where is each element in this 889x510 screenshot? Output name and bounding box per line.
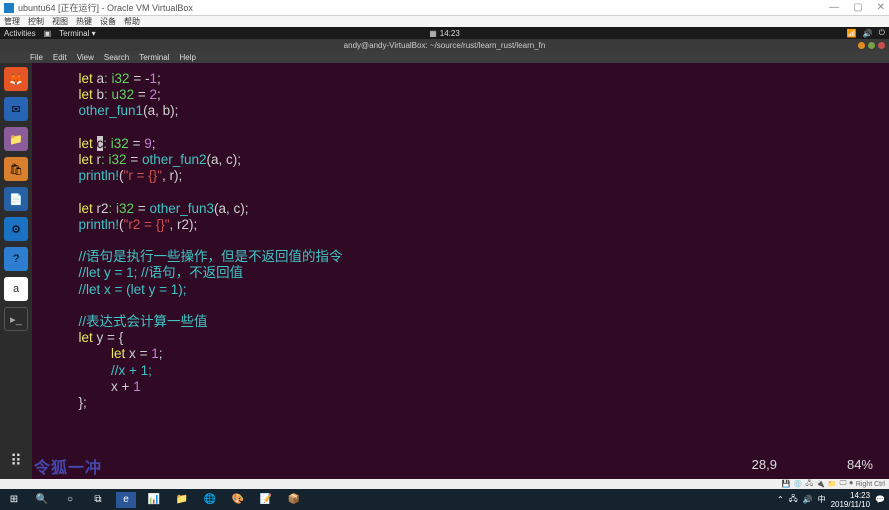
optical-icon[interactable]: 💿 — [794, 480, 803, 488]
vbox-statusbar: 💾 💿 🖧 🔌 📁 🖵 ⏺ Right Ctrl — [0, 479, 889, 489]
terminal-title: andy@andy-VirtualBox: ~/source/rust/lear… — [344, 41, 546, 50]
close-dot[interactable] — [878, 42, 885, 49]
menu-item[interactable]: 管理 — [4, 16, 20, 27]
settings-icon[interactable]: ⚙ — [4, 217, 28, 241]
firefox-icon[interactable]: 🦊 — [4, 67, 28, 91]
menu-edit[interactable]: Edit — [53, 53, 67, 62]
amazon-icon[interactable]: a — [4, 277, 28, 301]
ubuntu-dock: 🦊 ✉ 📁 🛍 📄 ⚙ ? a ▸_ ⠿ — [0, 63, 32, 479]
window-title: ubuntu64 [正在运行] - Oracle VM VirtualBox — [18, 1, 829, 14]
vbox-icon — [4, 3, 14, 13]
menu-view[interactable]: View — [77, 53, 94, 62]
maximize-button[interactable]: ▢ — [853, 2, 862, 13]
menu-item[interactable]: 视图 — [52, 16, 68, 27]
menu-help[interactable]: Help — [179, 53, 195, 62]
menu-item[interactable]: 控制 — [28, 16, 44, 27]
calendar-icon: ▦ — [429, 29, 437, 38]
terminal-titlebar: andy@andy-VirtualBox: ~/source/rust/lear… — [0, 39, 889, 51]
maximize-dot[interactable] — [868, 42, 875, 49]
vim-status: 28,984% — [752, 457, 873, 473]
display-icon[interactable]: 🖵 — [840, 480, 847, 488]
disk-icon[interactable]: 💾 — [782, 480, 791, 488]
menu-item[interactable]: 帮助 — [124, 16, 140, 27]
terminal-app-icon[interactable]: ▸_ — [4, 307, 28, 331]
thunderbird-icon[interactable]: ✉ — [4, 97, 28, 121]
gnome-topbar: Activities ▣ Terminal ▾ ▦ 14:23 📶 🔊 ⏻ — [0, 27, 889, 39]
power-icon[interactable]: ⏻ — [879, 28, 885, 38]
menu-item[interactable]: 热键 — [76, 16, 92, 27]
minimize-button[interactable]: — — [829, 2, 839, 13]
vim-editor[interactable]: let a: i32 = -1; let b: u32 = 2; other_f… — [32, 63, 889, 479]
minimize-dot[interactable] — [858, 42, 865, 49]
help-icon[interactable]: ? — [4, 247, 28, 271]
menu-file[interactable]: File — [30, 53, 43, 62]
files-icon[interactable]: 📁 — [4, 127, 28, 151]
usb-icon[interactable]: 🔌 — [816, 480, 825, 488]
menu-terminal[interactable]: Terminal — [139, 53, 169, 62]
network-icon[interactable]: 🖧 — [805, 479, 813, 490]
writer-icon[interactable]: 📄 — [4, 187, 28, 211]
shared-icon[interactable]: 📁 — [828, 480, 837, 488]
watermark: 令狐一冲 — [34, 461, 102, 477]
menu-item[interactable]: 设备 — [100, 16, 116, 27]
clock[interactable]: 14:23 — [440, 29, 460, 38]
window-controls: — ▢ ✕ — [829, 2, 885, 13]
menu-search[interactable]: Search — [104, 53, 129, 62]
software-icon[interactable]: 🛍 — [4, 157, 28, 181]
vbox-titlebar: ubuntu64 [正在运行] - Oracle VM VirtualBox —… — [0, 0, 889, 16]
show-apps-icon[interactable]: ⠿ — [4, 449, 28, 473]
hostkey: Right Ctrl — [856, 481, 885, 488]
record-icon[interactable]: ⏺ — [849, 480, 853, 488]
activities-button[interactable]: Activities — [4, 29, 36, 38]
close-button[interactable]: ✕ — [877, 2, 885, 13]
sound-icon[interactable]: 🔊 — [863, 29, 873, 38]
terminal-menubar: File Edit View Search Terminal Help — [0, 51, 889, 63]
network-icon[interactable]: 📶 — [847, 29, 857, 38]
vbox-menubar: 管理 控制 视图 热键 设备 帮助 — [0, 16, 889, 27]
terminal-icon: ▣ — [44, 29, 52, 38]
app-menu[interactable]: Terminal ▾ — [59, 29, 95, 38]
